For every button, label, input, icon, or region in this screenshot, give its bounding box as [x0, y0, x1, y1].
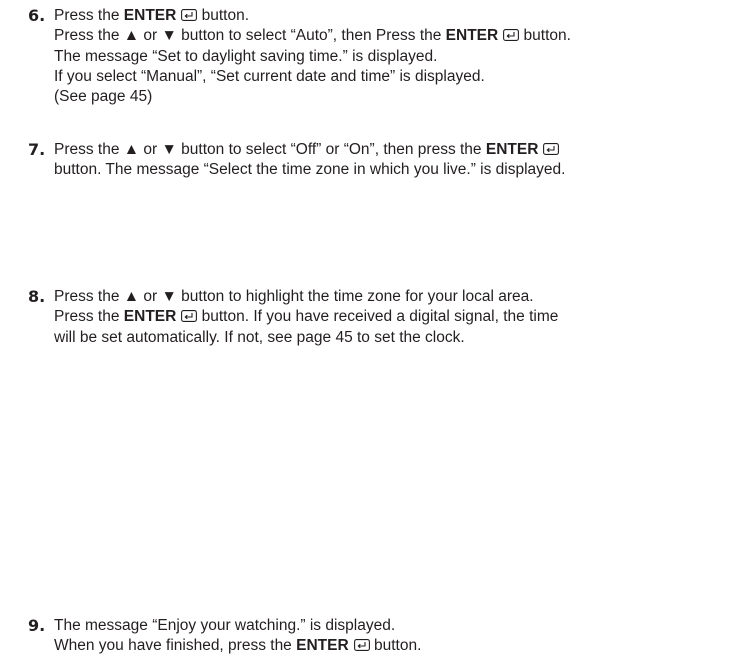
step-line: Press the ▲ or ▼ button to select “Off” … — [54, 140, 728, 160]
step-line: When you have finished, press the ENTER … — [54, 636, 728, 656]
text-segment: (See page 45) — [54, 88, 153, 106]
step-line: button. The message “Select the time zon… — [54, 160, 728, 180]
text-segment: Press the — [54, 308, 124, 326]
enter-button-label: ENTER — [123, 7, 177, 24]
step-body: The message “Enjoy your watching.” is di… — [54, 616, 728, 657]
step-line: The message “Set to daylight saving time… — [54, 47, 728, 67]
enter-button-label: ENTER — [485, 141, 539, 158]
step-line: Press the ▲ or ▼ button to highlight the… — [54, 287, 728, 307]
text-segment: button. The message “Select the time zon… — [54, 161, 566, 179]
step-6: 6. Press the ENTER button. Press the ▲ or… — [28, 6, 728, 107]
text-segment: button. If you have received a digital s… — [197, 308, 559, 326]
text-segment: The message “Set to daylight saving time… — [54, 47, 438, 65]
text-segment: If you select “Manual”, “Set current dat… — [54, 67, 485, 85]
step-8: 8. Press the ▲ or ▼ button to highlight … — [28, 287, 728, 348]
text-segment: Press the ▲ or ▼ button to select “Auto”… — [54, 27, 446, 45]
step-line: Press the ENTER button. — [54, 6, 728, 26]
step-body: Press the ▲ or ▼ button to select “Off” … — [54, 140, 728, 181]
enter-button-label: ENTER — [296, 637, 349, 655]
enter-icon — [181, 310, 198, 323]
text-segment: The message “Enjoy your watching.” is di… — [54, 617, 396, 634]
step-line: If you select “Manual”, “Set current dat… — [54, 67, 728, 87]
step-body: Press the ENTER button. Press the ▲ or ▼ … — [54, 6, 728, 107]
text-segment: button. — [197, 7, 250, 24]
step-7: 7. Press the ▲ or ▼ button to select “Of… — [28, 140, 728, 181]
step-number: 7. — [28, 140, 46, 159]
text-segment: Press the — [54, 7, 124, 24]
enter-icon — [543, 143, 560, 155]
text-segment: Press the ▲ or ▼ button to select “Off” … — [54, 141, 486, 158]
step-number: 8. — [28, 287, 46, 306]
step-9: 9. The message “Enjoy your watching.” is… — [28, 616, 728, 657]
step-body: Press the ▲ or ▼ button to highlight the… — [54, 287, 728, 348]
text-segment: When you have finished, press the — [54, 637, 297, 655]
enter-icon — [353, 639, 370, 652]
enter-button-label: ENTER — [445, 27, 499, 45]
text-segment: button. — [369, 637, 422, 655]
text-segment: Press the ▲ or ▼ button to highlight the… — [54, 288, 534, 305]
step-number: 9. — [28, 616, 46, 635]
enter-icon — [503, 29, 520, 42]
step-line: will be set automatically. If not, see p… — [54, 328, 728, 348]
enter-button-label: ENTER — [123, 308, 177, 326]
enter-icon — [181, 9, 198, 21]
step-line: Press the ENTER button. If you have rece… — [54, 307, 728, 327]
step-line: Press the ▲ or ▼ button to select “Auto”… — [54, 26, 728, 46]
step-number: 6. — [28, 6, 46, 25]
text-segment: button. — [519, 27, 571, 45]
step-line: The message “Enjoy your watching.” is di… — [54, 616, 728, 636]
step-line: (See page 45) — [54, 87, 728, 107]
text-segment: will be set automatically. If not, see p… — [54, 328, 465, 346]
